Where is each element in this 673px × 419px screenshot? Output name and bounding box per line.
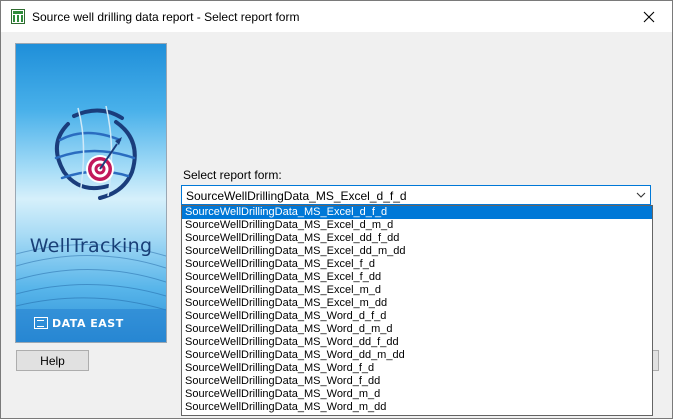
report-form-select[interactable]: SourceWellDrillingData_MS_Excel_d_f_d: [181, 185, 651, 205]
dropdown-option[interactable]: SourceWellDrillingData_MS_Word_f_dd: [182, 375, 652, 388]
dropdown-option[interactable]: SourceWellDrillingData_MS_Excel_m_dd: [182, 297, 652, 310]
dropdown-option[interactable]: SourceWellDrillingData_MS_Excel_dd_f_dd: [182, 232, 652, 245]
chevron-down-icon[interactable]: [636, 191, 646, 199]
dropdown-option[interactable]: SourceWellDrillingData_MS_Word_d_f_d: [182, 310, 652, 323]
dropdown-option[interactable]: SourceWellDrillingData_MS_Word_m_d: [182, 388, 652, 401]
title-bar[interactable]: Source well drilling data report - Selec…: [1, 1, 672, 32]
brand-name: WellTracking: [29, 235, 153, 257]
dialog-window: Source well drilling data report - Selec…: [0, 0, 673, 419]
dropdown-option[interactable]: SourceWellDrillingData_MS_Excel_f_dd: [182, 271, 652, 284]
report-form-label: Select report form:: [183, 168, 282, 182]
globe-target-logo: [16, 105, 166, 342]
partially-hidden-button[interactable]: [653, 350, 659, 371]
dropdown-option[interactable]: SourceWellDrillingData_MS_Word_dd_f_dd: [182, 336, 652, 349]
report-app-icon: [11, 9, 25, 24]
data-east-mark-icon: [34, 317, 48, 329]
dropdown-option[interactable]: SourceWellDrillingData_MS_Word_m_dd: [182, 401, 652, 414]
dropdown-option[interactable]: SourceWellDrillingData_MS_Excel_m_d: [182, 284, 652, 297]
company-logo: DATA EAST: [34, 315, 124, 331]
window-title: Source well drilling data report - Selec…: [32, 10, 300, 24]
close-button[interactable]: [626, 1, 672, 32]
company-name: DATA EAST: [52, 316, 124, 330]
dropdown-option[interactable]: SourceWellDrillingData_MS_Excel_f_d: [182, 258, 652, 271]
product-banner: WellTracking DATA EAST: [15, 43, 167, 343]
close-icon: [643, 11, 655, 22]
help-button[interactable]: Help: [16, 350, 89, 371]
dropdown-option[interactable]: SourceWellDrillingData_MS_Excel_dd_m_dd: [182, 245, 652, 258]
dropdown-option[interactable]: SourceWellDrillingData_MS_Excel_d_f_d: [182, 206, 652, 219]
dropdown-option[interactable]: SourceWellDrillingData_MS_Word_dd_m_dd: [182, 349, 652, 362]
report-form-dropdown-list[interactable]: SourceWellDrillingData_MS_Excel_d_f_d So…: [181, 205, 653, 416]
report-form-selected-value: SourceWellDrillingData_MS_Excel_d_f_d: [186, 189, 407, 203]
dropdown-option[interactable]: SourceWellDrillingData_MS_Word_f_d: [182, 362, 652, 375]
dropdown-option[interactable]: SourceWellDrillingData_MS_Word_d_m_d: [182, 323, 652, 336]
dropdown-option[interactable]: SourceWellDrillingData_MS_Excel_d_m_d: [182, 219, 652, 232]
